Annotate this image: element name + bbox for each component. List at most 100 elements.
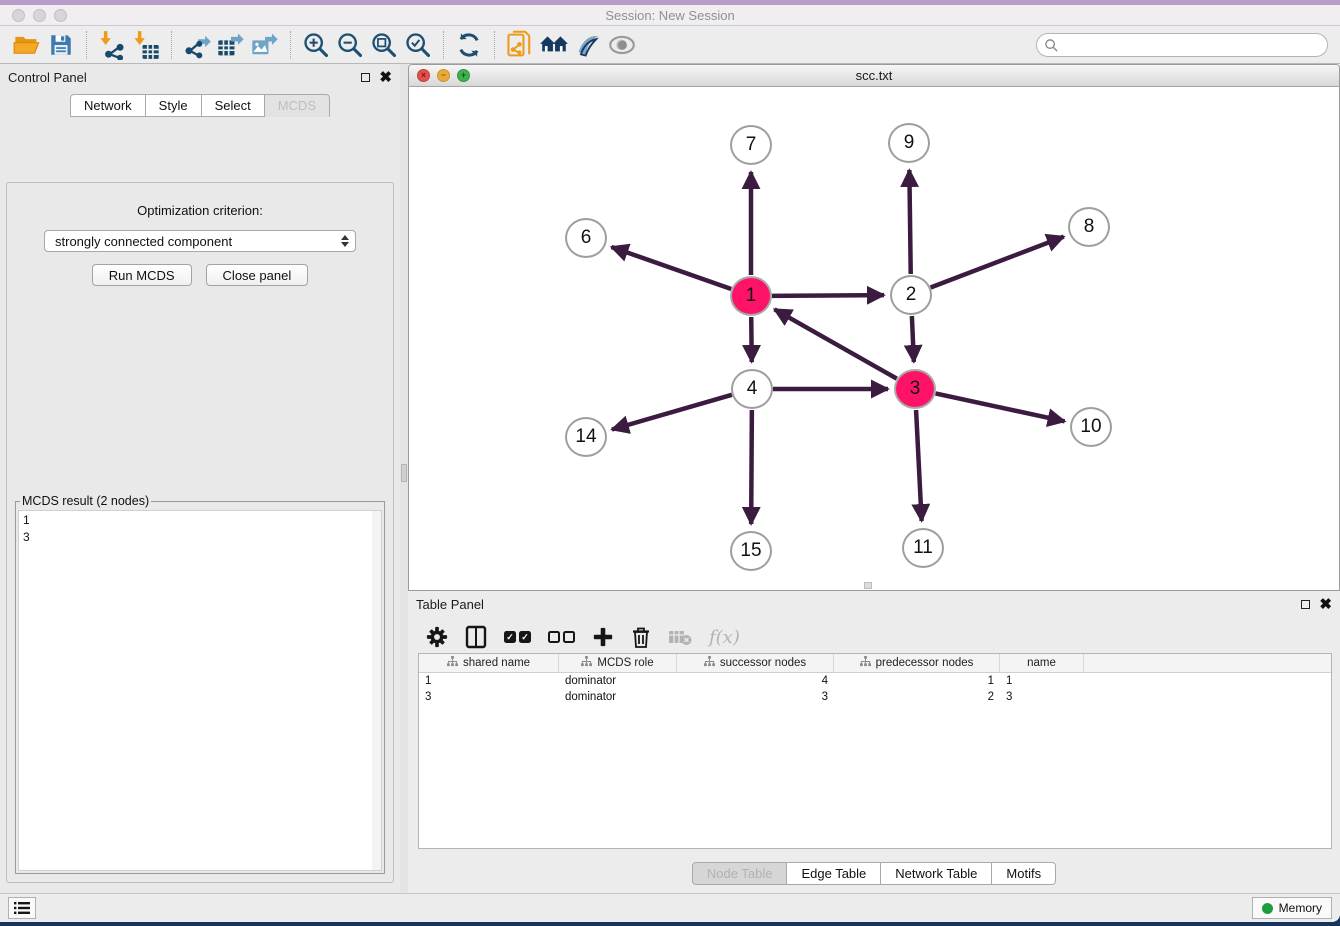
export-table-icon[interactable] [214,29,248,61]
table-row[interactable]: 1dominator411 [419,673,1331,689]
graph-edge-3-10[interactable] [936,393,1065,421]
network-window-titlebar[interactable]: × − + scc.txt [409,65,1339,87]
tab-select[interactable]: Select [202,94,265,117]
style-brush-icon[interactable] [571,29,605,61]
eye-icon[interactable] [605,29,639,61]
graph-node-9[interactable]: 9 [888,123,930,163]
graph-node-3[interactable]: 3 [894,369,936,409]
trash-icon[interactable] [631,622,651,652]
network-minimize-button[interactable]: − [437,69,450,82]
table-cell[interactable]: dominator [559,675,677,687]
homes-icon[interactable] [537,29,571,61]
minimize-window-button[interactable] [33,9,46,22]
table-tabs: Node Table Edge Table Network Table Moti… [408,862,1340,885]
save-icon[interactable] [44,29,78,61]
tab-network[interactable]: Network [70,94,146,117]
table-cell[interactable]: 2 [834,691,1000,703]
table-cell[interactable]: dominator [559,691,677,703]
graph-edge-1-2[interactable] [772,295,884,296]
search-field[interactable] [1036,33,1328,57]
canvas-grip-icon[interactable] [864,582,872,589]
graph-node-15[interactable]: 15 [730,531,772,571]
zoom-in-icon[interactable] [299,29,333,61]
close-panel-button[interactable]: Close panel [206,264,309,286]
export-image-icon[interactable] [248,29,282,61]
table-cell[interactable]: 3 [419,691,559,703]
import-table-icon[interactable] [129,29,163,61]
deselect-all-icon[interactable] [548,631,575,643]
tab-mcds[interactable]: MCDS [265,94,330,117]
task-history-button[interactable] [8,897,36,919]
network-canvas[interactable]: 7 9 6 8 1 2 4 3 14 10 15 11 [409,87,1339,590]
tab-node-table[interactable]: Node Table [692,862,788,885]
add-icon[interactable] [592,622,614,652]
table-cell[interactable]: 3 [1000,691,1084,703]
graph-edge-3-11[interactable] [916,410,922,521]
mcds-result-box[interactable]: 1 3 [18,510,382,871]
close-window-button[interactable] [12,9,25,22]
tab-network-table[interactable]: Network Table [881,862,992,885]
graph-node-10[interactable]: 10 [1070,407,1112,447]
control-panel: Control Panel ✖ Network Style Select MCD… [0,64,400,893]
result-scrollbar[interactable] [372,511,381,870]
network-maximize-button[interactable]: + [457,69,470,82]
panel-divider[interactable] [400,64,408,893]
window-controls[interactable] [12,9,67,22]
graph-node-2[interactable]: 2 [890,275,932,315]
zoom-fit-icon[interactable] [367,29,401,61]
node-table[interactable]: shared nameMCDS rolesuccessor nodesprede… [418,653,1332,849]
table-cell[interactable]: 3 [677,691,834,703]
refresh-icon[interactable] [452,29,486,61]
divider-grip-icon[interactable] [401,464,407,482]
criterion-select[interactable]: strongly connected component [44,230,356,252]
graph-edge-3-1[interactable] [774,309,896,378]
column-header-predecessor-nodes[interactable]: predecessor nodes [834,654,1000,672]
network-close-button[interactable]: × [417,69,430,82]
graph-edge-2-8[interactable] [931,237,1064,288]
column-header-MCDS-role[interactable]: MCDS role [559,654,677,672]
graph-edge-1-6[interactable] [611,247,731,289]
tab-motifs[interactable]: Motifs [992,862,1056,885]
import-network-icon[interactable] [95,29,129,61]
graph-node-11[interactable]: 11 [902,528,944,568]
column-header-name[interactable]: name [1000,654,1084,672]
columns-icon[interactable] [465,622,487,652]
float-panel-icon[interactable] [361,73,370,82]
float-table-panel-icon[interactable] [1301,600,1310,609]
column-header-shared-name[interactable]: shared name [419,654,559,672]
graph-node-14[interactable]: 14 [565,417,607,457]
zoom-out-icon[interactable] [333,29,367,61]
graph-node-4[interactable]: 4 [731,369,773,409]
tab-edge-table[interactable]: Edge Table [787,862,881,885]
select-all-icon[interactable]: ✓✓ [504,631,531,643]
table-header-row[interactable]: shared nameMCDS rolesuccessor nodesprede… [419,654,1331,673]
table-cell[interactable]: 1 [1000,675,1084,687]
table-cell[interactable]: 1 [419,675,559,687]
graph-edge-4-15[interactable] [751,410,752,524]
document-network-icon[interactable] [503,29,537,61]
graph-edge-2-3[interactable] [912,316,914,362]
function-icon: f(x) [709,627,740,648]
table-cell[interactable]: 4 [677,675,834,687]
zoom-selected-icon[interactable] [401,29,435,61]
close-panel-icon[interactable]: ✖ [379,73,392,82]
run-mcds-button[interactable]: Run MCDS [92,264,192,286]
memory-button[interactable]: Memory [1252,897,1332,919]
table-row[interactable]: 3dominator323 [419,689,1331,705]
graph-node-1[interactable]: 1 [730,276,772,316]
table-cell[interactable]: 1 [834,675,1000,687]
open-folder-icon[interactable] [10,29,44,61]
graph-node-7[interactable]: 7 [730,125,772,165]
column-header-successor-nodes[interactable]: successor nodes [677,654,834,672]
tab-style[interactable]: Style [146,94,202,117]
gear-icon[interactable] [426,622,448,652]
graph-edge-4-14[interactable] [612,395,732,430]
search-input[interactable] [1059,36,1327,54]
graph-node-6[interactable]: 6 [565,218,607,258]
export-network-icon[interactable] [180,29,214,61]
maximize-window-button[interactable] [54,9,67,22]
graph-edge-2-9[interactable] [909,170,910,274]
graph-node-8[interactable]: 8 [1068,207,1110,247]
network-window-title: scc.txt [856,68,893,83]
close-table-panel-icon[interactable]: ✖ [1319,600,1332,609]
